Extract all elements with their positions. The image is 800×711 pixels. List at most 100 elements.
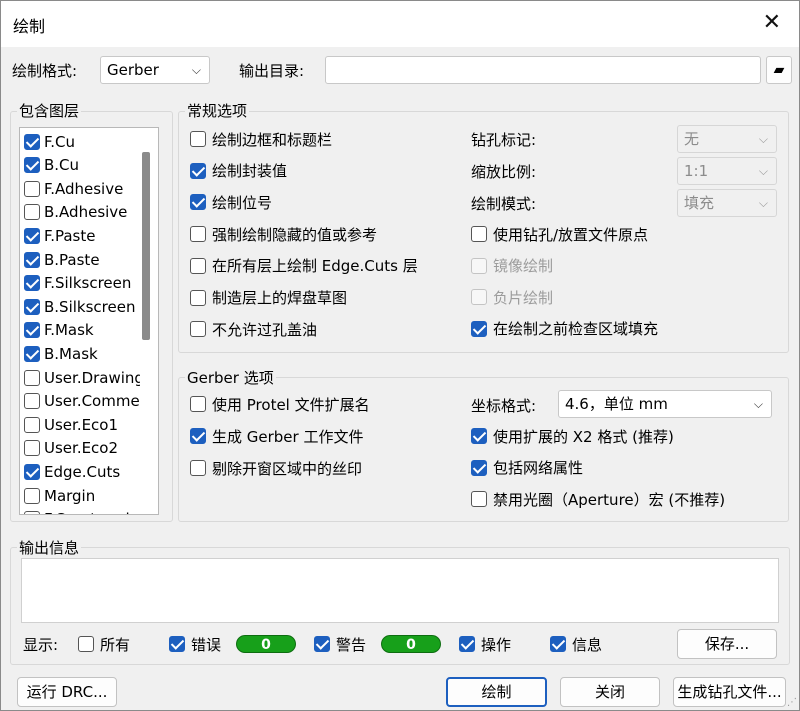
checkbox-box [24,511,40,514]
messages-panel[interactable] [21,558,779,623]
checkbox-box [24,204,40,221]
chevron-down-icon: ⌵ [758,196,768,210]
filter-errors-checkbox[interactable]: 错误 [169,633,221,655]
checkbox-box [24,487,40,504]
checkbox-box [314,636,330,652]
general-option-checkbox-label: 制造层上的焊盘草图 [212,289,348,307]
gerber-option-checkbox[interactable]: 生成 Gerber 工作文件 [190,425,363,447]
layer-item[interactable]: B.Adhesive [24,201,140,224]
layer-item[interactable]: F.Courtyard [24,508,140,514]
checkbox-box [24,227,40,244]
layer-item[interactable]: User.Drawings [24,366,140,389]
plot-mode-select[interactable]: 填充 ⌵ [677,189,777,217]
scale-select[interactable]: 1:1 ⌵ [677,157,777,185]
layer-item[interactable]: B.Silkscreen [24,295,140,318]
gerber-option-checkbox[interactable]: 包括网络属性 [471,457,583,479]
general-option-checkbox[interactable]: 在所有层上绘制 Edge.Cuts 层 [190,255,418,277]
layers-listbox[interactable]: F.Cu B.Cu F.Adhesive B.Adhesive F.Paste B.Pas… [19,127,159,515]
layer-item[interactable]: B.Mask [24,342,140,365]
generate-drill-files-button[interactable]: 生成钻孔文件... [673,677,786,707]
layer-item[interactable]: F.Paste [24,224,140,247]
browse-folder-button[interactable]: ▰ [766,56,792,84]
filter-info-checkbox[interactable]: 信息 [550,633,602,655]
filter-all-label: 所有 [100,635,131,654]
gerber-option-checkbox[interactable]: 使用扩展的 X2 格式 (推荐) [471,425,674,447]
plot-format-label: 绘制格式: [12,62,78,80]
plot-format-select[interactable]: Gerber ⌵ [100,56,210,84]
layer-item[interactable]: Margin [24,484,140,507]
filter-info-label: 信息 [572,635,603,654]
layer-item-label: B.Cu [44,156,80,175]
layer-item[interactable]: User.Eco2 [24,437,140,460]
filter-warnings-checkbox[interactable]: 警告 [314,633,366,655]
general-option-checkbox-label: 在所有层上绘制 Edge.Cuts 层 [212,257,418,276]
general-option-checkbox[interactable]: 绘制封装值 [190,160,287,182]
layer-item[interactable]: F.Cu [24,130,140,153]
gerber-option-checkbox[interactable]: 禁用光圈（Aperture）宏 (不推荐) [471,488,725,510]
run-drc-button[interactable]: 运行 DRC... [17,677,117,707]
general-option-checkbox[interactable]: 绘制边框和标题栏 [190,128,332,150]
checkbox-box [471,428,487,444]
layer-item-label: User.Comments [44,392,140,411]
layer-item[interactable]: User.Comments [24,390,140,413]
drill-marks-value: 无 [684,130,700,148]
save-messages-button[interactable]: 保存... [677,629,777,659]
general-option-checkbox[interactable]: 不允许过孔盖油 [190,318,317,340]
gerber-option-checkbox-label: 包括网络属性 [493,459,584,477]
filter-warnings-label: 警告 [336,635,367,654]
chevron-down-icon: ⌵ [191,63,201,77]
layer-item[interactable]: User.Eco1 [24,413,140,436]
checkbox-box [471,289,487,305]
checkbox-box [24,298,40,315]
output-dir-input[interactable] [325,56,761,84]
layers-scrollbar-thumb[interactable] [142,152,150,340]
filter-actions-checkbox[interactable]: 操作 [459,633,511,655]
layer-item[interactable]: B.Paste [24,248,140,271]
layer-item[interactable]: F.Adhesive [24,177,140,200]
layer-item[interactable]: B.Cu [24,154,140,177]
output-messages-title: 输出信息 [17,537,82,558]
layer-item-label: Margin [44,486,96,505]
general-option-checkbox-label: 绘制位号 [212,193,273,212]
general-option-checkbox[interactable]: 绘制位号 [190,191,272,213]
checkbox-box [24,393,40,410]
drill-marks-select[interactable]: 无 ⌵ [677,125,777,153]
general-option-checkbox-label: 强制绘制隐藏的值或参考 [212,225,378,244]
checkbox-box [190,321,206,338]
checkbox-box [471,491,487,507]
checkbox-box [190,460,206,476]
close-button[interactable]: 关闭 [560,677,660,707]
plot-button[interactable]: 绘制 [446,677,547,707]
gerber-option-checkbox[interactable]: 剔除开窗区域中的丝印 [190,457,362,479]
general-option-checkbox[interactable]: 在绘制之前检查区域填充 [471,318,658,340]
layer-item-label: User.Eco2 [44,439,119,458]
layer-item[interactable]: F.Mask [24,319,140,342]
general-option-checkbox[interactable]: 使用钻孔/放置文件原点 [471,223,648,245]
general-option-checkbox[interactable]: 强制绘制隐藏的值或参考 [190,223,377,245]
gerber-option-checkbox[interactable]: 使用 Protel 文件扩展名 [190,393,370,415]
close-icon[interactable]: ✕ [763,9,781,37]
gerber-option-checkbox-label: 使用 Protel 文件扩展名 [212,395,370,414]
folder-icon: ▰ [773,62,785,78]
checkbox-box [78,636,94,652]
checkbox-box [190,428,206,444]
checkbox-box [190,162,206,179]
checkbox-box [190,289,206,306]
layer-item[interactable]: Edge.Cuts [24,460,140,483]
filter-all-checkbox[interactable]: 所有 [78,633,130,655]
layer-item-label: B.Paste [44,250,100,269]
checkbox-box [24,180,40,197]
checkbox-box [24,463,40,480]
title-bar: 绘制 ✕ [1,1,799,47]
general-option-checkbox[interactable]: 镜像绘制 [471,255,553,277]
layer-item-label: B.Mask [44,344,98,363]
resize-grip-icon[interactable]: ⋰ [787,697,797,708]
general-option-checkbox[interactable]: 负片绘制 [471,286,553,308]
coord-format-select[interactable]: 4.6，单位 mm ⌵ [558,390,772,418]
checkbox-box [471,320,487,337]
checkbox-box [471,257,487,274]
general-option-checkbox[interactable]: 制造层上的焊盘草图 [190,287,347,309]
checkbox-box [169,636,185,652]
chevron-down-icon: ⌵ [753,397,763,411]
layer-item[interactable]: F.Silkscreen [24,272,140,295]
